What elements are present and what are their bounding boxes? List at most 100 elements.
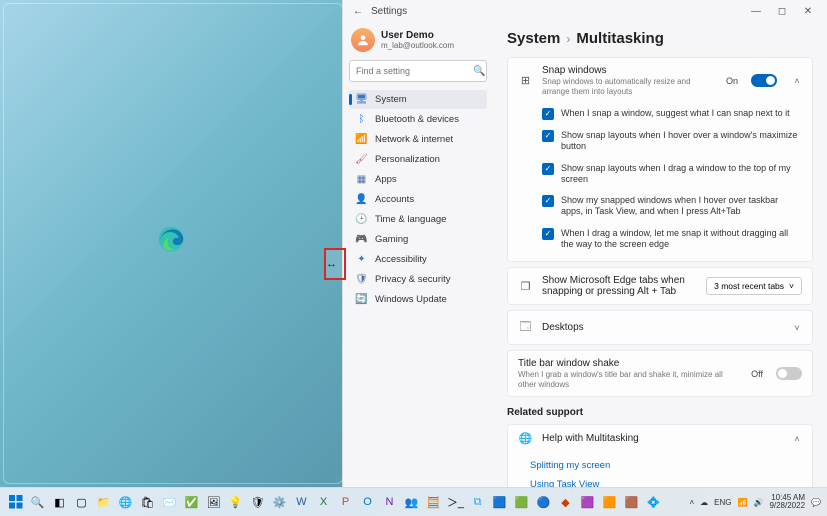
sidebar-item-gaming[interactable]: 🎮Gaming [349,230,487,249]
snap-option-4[interactable]: ✓When I drag a window, let me snap it wi… [542,223,802,256]
nav-icon: 👤 [355,194,368,205]
close-button[interactable]: ✕ [795,6,821,17]
system-tray[interactable]: ˄ ☁ ENG 📶 🔊 10:45 AM 9/28/2022 💬 [689,494,821,510]
snap-option-label: Show snap layouts when I hover over a wi… [561,130,802,153]
snap-option-2[interactable]: ✓Show snap layouts when I drag a window … [542,158,802,191]
clock[interactable]: 10:45 AM 9/28/2022 [769,494,805,510]
volume-icon[interactable]: 🔊 [753,498,763,507]
security-icon[interactable]: 🛡 [248,493,267,512]
edge-icon[interactable] [157,225,185,253]
help-multitasking-row[interactable]: 🌐 Help with Multitasking ˄ [508,425,812,452]
sidebar-item-label: Privacy & security [375,274,451,285]
chevron-down-icon: ˅ [792,323,802,333]
desktops-card[interactable]: 🗔 Desktops ˅ [507,310,813,345]
search-input[interactable]: 🔍 [349,60,487,82]
nav-icon: 🕒 [355,214,368,225]
tray-lang[interactable]: ENG [714,498,731,507]
checkbox-icon: ✓ [542,130,554,142]
back-button[interactable]: ← [349,6,367,17]
checkbox-icon: ✓ [542,195,554,207]
snap-title: Snap windows [542,65,717,76]
taskbar-edge-icon[interactable]: 🌐 [116,493,135,512]
file-explorer-icon[interactable]: 📁 [94,493,113,512]
app-icon[interactable]: 🟦 [490,493,509,512]
start-button[interactable] [6,493,25,512]
profile[interactable]: User Demo m_lab@outlook.com [351,28,487,52]
minimize-button[interactable]: ― [743,6,769,17]
mail-icon[interactable]: ✉️ [160,493,179,512]
sidebar-item-system[interactable]: 🖥 System [349,90,487,109]
taskbar: 🔍 ◧ ▢ 📁 🌐 🛍 ✉️ ✅ 🖼 💡 🛡 ⚙️ W X P O N 👥 🧮 … [0,487,827,516]
edge-tabs-select[interactable]: 3 most recent tabs ˅ [706,277,802,295]
snap-windows-card: ⊞ Snap windows Snap windows to automatic… [507,57,813,262]
settings-window: ← Settings ― ◻ ✕ User Demo m_lab@outlook… [342,0,827,487]
help-multitasking-card: 🌐 Help with Multitasking ˄ Splitting my … [507,424,813,487]
settings-icon[interactable]: ⚙️ [270,493,289,512]
sidebar-item-windows-update[interactable]: 🔄Windows Update [349,290,487,309]
nav-icon: ᛒ [355,114,368,125]
chevron-right-icon: › [566,32,570,46]
app-icon-6[interactable]: 💠 [644,493,663,512]
breadcrumb: System › Multitasking [507,30,813,47]
network-icon[interactable]: 📶 [738,498,748,507]
sidebar-item-accessibility[interactable]: ✦Accessibility [349,250,487,269]
notifications-icon[interactable]: 💬 [811,498,821,507]
sidebar-item-network-internet[interactable]: 📶Network & internet [349,130,487,149]
teams-icon[interactable]: 👥 [402,493,421,512]
snap-option-label: Show my snapped windows when I hover ove… [561,195,802,218]
task-view-button[interactable]: ◧ [50,493,69,512]
terminal-icon[interactable]: ＞_ [446,493,465,512]
nav-icon: 🖥 [355,94,368,105]
office-icon[interactable]: ◆ [556,493,575,512]
sidebar-item-accounts[interactable]: 👤Accounts [349,190,487,209]
vscode-icon[interactable]: ⧉ [468,493,487,512]
shake-toggle[interactable] [776,367,802,380]
maximize-button[interactable]: ◻ [769,6,795,17]
tray-chevron-icon[interactable]: ˄ [689,498,694,507]
sidebar-item-privacy-security[interactable]: 🛡 Privacy & security [349,270,487,289]
excel-icon[interactable]: X [314,493,333,512]
snap-option-1[interactable]: ✓ Show snap layouts when I hover over a w… [542,125,802,158]
profile-name: User Demo [381,30,454,41]
app-icon-3[interactable]: 🟪 [578,493,597,512]
chrome-icon[interactable]: 🔵 [534,493,553,512]
breadcrumb-root[interactable]: System [507,30,560,47]
onenote-icon[interactable]: N [380,493,399,512]
avatar [351,28,375,52]
shake-state-label: Off [751,369,763,379]
sidebar-item-apps[interactable]: ▦Apps [349,170,487,189]
chevron-up-icon[interactable]: ˄ [792,76,802,86]
tabs-icon: ❐ [518,280,533,293]
todo-icon[interactable]: ✅ [182,493,201,512]
link-using-task-view[interactable]: Using Task View [508,475,812,487]
snap-toggle[interactable] [751,74,777,87]
onedrive-icon[interactable]: ☁ [700,498,708,507]
search-field[interactable] [356,66,473,76]
snap-option-label: Show snap layouts when I drag a window t… [561,163,802,186]
taskbar-search[interactable]: 🔍 [28,493,47,512]
page-title: Multitasking [576,30,664,47]
sidebar-item-bluetooth-devices[interactable]: ᛒBluetooth & devices [349,110,487,129]
snap-option-3[interactable]: ✓ Show my snapped windows when I hover ov… [542,190,802,223]
tips-icon[interactable]: 💡 [226,493,245,512]
word-icon[interactable]: W [292,493,311,512]
calculator-icon[interactable]: 🧮 [424,493,443,512]
widgets-button[interactable]: ▢ [72,493,91,512]
app-icon-2[interactable]: 🟩 [512,493,531,512]
photos-icon[interactable]: 🖼 [204,493,223,512]
nav-icon: 🔄 [355,294,368,305]
chevron-up-icon: ˄ [792,434,802,444]
related-support-heading: Related support [507,407,813,418]
sidebar-item-time-language[interactable]: 🕒Time & language [349,210,487,229]
nav-icon: 🛡 [355,274,368,285]
app-icon-5[interactable]: 🟫 [622,493,641,512]
tray-date: 9/28/2022 [769,502,805,510]
sidebar-item-personalization[interactable]: 🖌Personalization [349,150,487,169]
link-splitting-screen[interactable]: Splitting my screen [508,456,812,475]
store-icon[interactable]: 🛍 [138,493,157,512]
sidebar-item-label: System [375,94,407,105]
snap-option-0[interactable]: ✓When I snap a window, suggest what I ca… [542,103,802,125]
outlook-icon[interactable]: O [358,493,377,512]
powerpoint-icon[interactable]: P [336,493,355,512]
app-icon-4[interactable]: 🟧 [600,493,619,512]
